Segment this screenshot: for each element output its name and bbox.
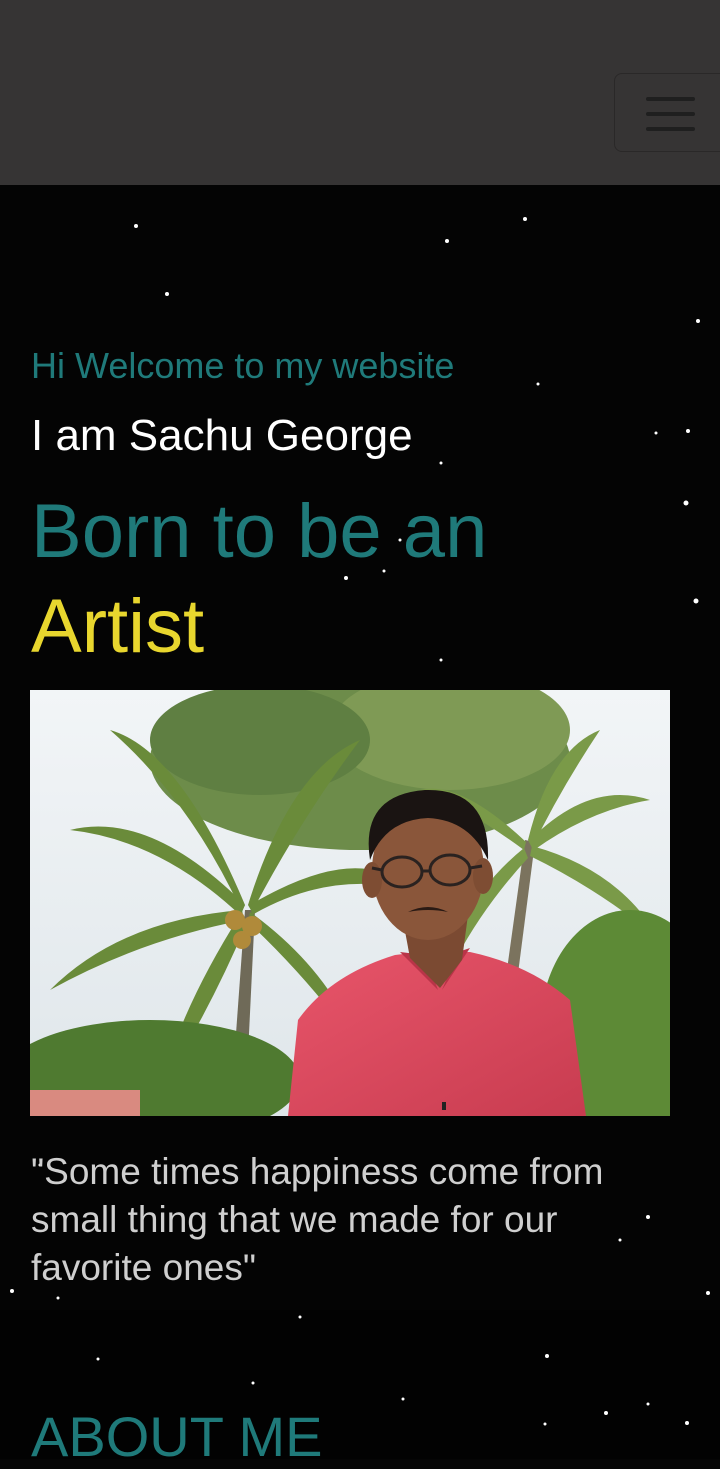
profile-photo-illustration — [30, 690, 670, 1116]
tagline-heading: Born to be an — [31, 489, 488, 574]
name-heading: I am Sachu George — [31, 411, 413, 460]
welcome-text: Hi Welcome to my website — [31, 345, 455, 386]
profile-photo — [30, 690, 670, 1116]
hamburger-menu-icon-bar — [646, 112, 695, 116]
hamburger-menu-icon — [646, 97, 695, 101]
about-me-heading: ABOUT ME — [31, 1405, 323, 1468]
hamburger-menu-icon-bar — [646, 127, 695, 131]
quote-text: "Some times happiness come from small th… — [31, 1151, 604, 1288]
navbar — [0, 0, 720, 185]
role-heading: Artist — [31, 584, 205, 669]
menu-toggle-button[interactable] — [614, 73, 720, 152]
